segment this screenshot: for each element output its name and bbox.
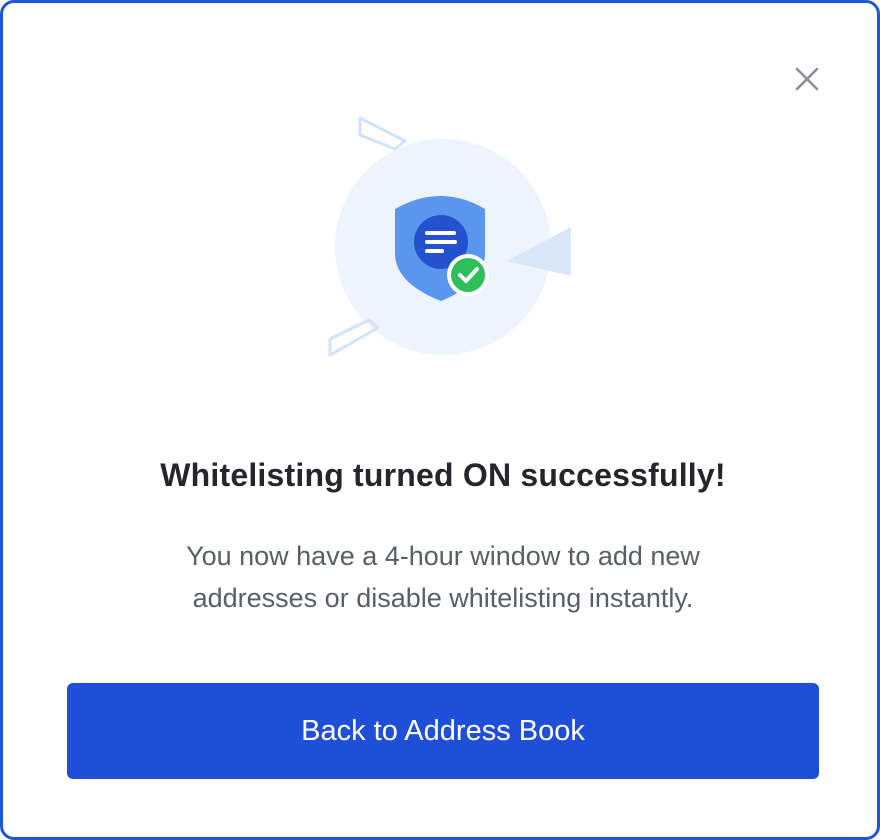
- close-icon: [795, 67, 819, 91]
- back-to-address-book-button[interactable]: Back to Address Book: [67, 683, 819, 779]
- shield-checklist-success-icon: [328, 116, 571, 357]
- description-line-2: addresses or disable whitelisting instan…: [192, 583, 694, 613]
- description-line-1: You now have a 4-hour window to add new: [186, 541, 700, 571]
- close-button[interactable]: [789, 61, 825, 97]
- whitelisting-success-dialog: Whitelisting turned ON successfully! You…: [0, 0, 880, 840]
- dialog-description: You now have a 4-hour window to add new …: [123, 535, 763, 619]
- shield-success-illustration: [323, 113, 583, 373]
- dialog-title: Whitelisting turned ON successfully!: [160, 457, 726, 493]
